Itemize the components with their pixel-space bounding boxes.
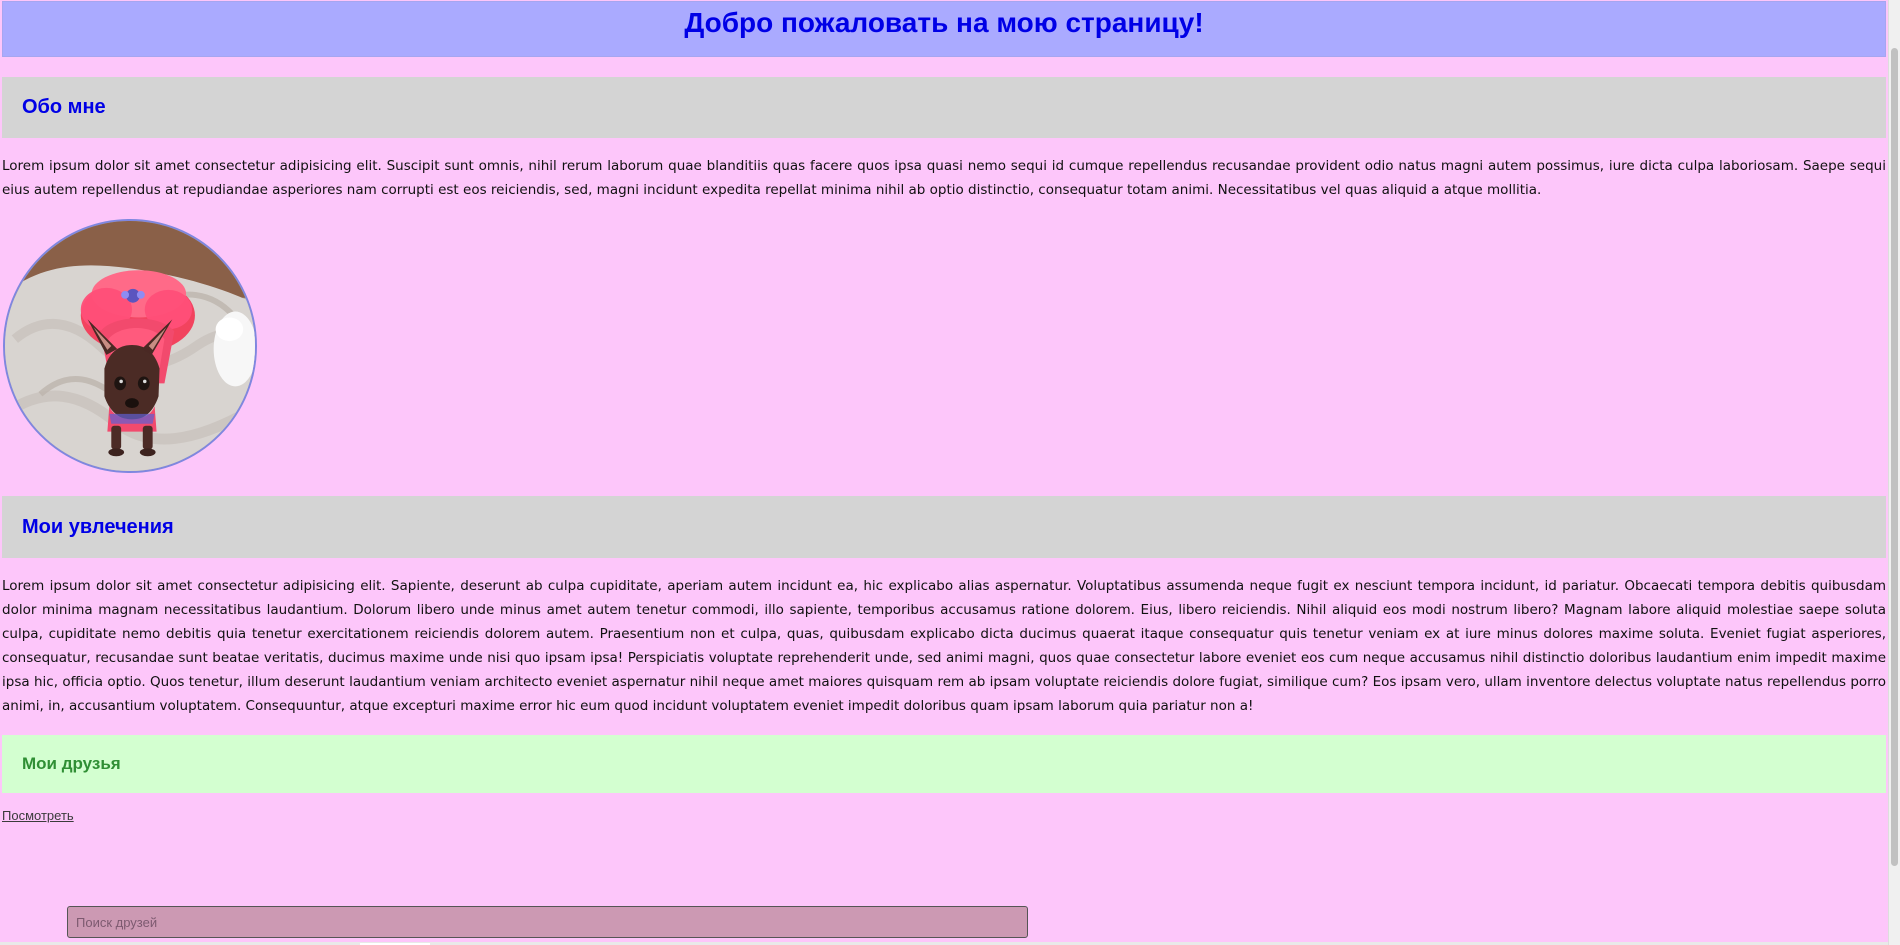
hobbies-heading: Мои увлечения: [22, 515, 174, 538]
friends-heading: Мои друзья: [22, 754, 121, 773]
hobbies-text: Lorem ipsum dolor sit amet consectetur a…: [2, 578, 1886, 714]
vertical-scrollbar[interactable]: [1888, 0, 1900, 945]
scrollbar-thumb[interactable]: [1891, 48, 1898, 866]
site-header: Добро пожаловать на мою страницу!: [2, 1, 1886, 57]
about-section-header: Обо мне: [2, 77, 1886, 138]
hobbies-section-header: Мои увлечения: [2, 496, 1886, 558]
view-friends-link[interactable]: Посмотреть: [2, 808, 74, 823]
dog-photo-icon: [3, 219, 257, 473]
about-text: Lorem ipsum dolor sit amet consectetur a…: [2, 158, 1886, 198]
friend-search-input[interactable]: [67, 906, 1028, 938]
page-title: Добро пожаловать на мою страницу!: [684, 7, 1204, 38]
friend-search-wrapper: [67, 906, 1028, 938]
about-heading: Обо мне: [22, 96, 106, 118]
dog-photo-illustration: [5, 221, 255, 471]
page: Добро пожаловать на мою страницу! Обо мн…: [0, 0, 1888, 945]
friends-section-header: Мои друзья: [2, 735, 1886, 793]
